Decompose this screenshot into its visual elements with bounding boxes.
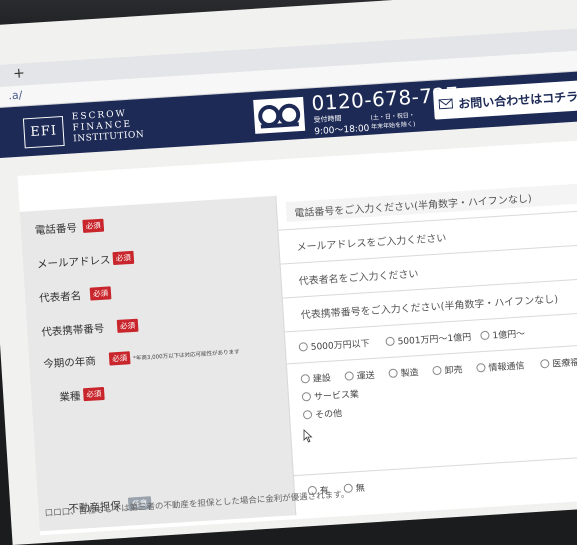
revenue-note: *年商3,000万以下は対応可能性があります (133, 349, 240, 363)
radio-circle (302, 409, 313, 420)
label-mobile: 代表携帯番号 (41, 322, 105, 339)
industry-option-label: 製造 (400, 368, 419, 380)
freedial-icon (253, 96, 306, 134)
new-tab-button[interactable]: + (13, 65, 26, 82)
industry-option[interactable]: サービス業 (301, 387, 360, 404)
revenue-option[interactable]: 1億円～ (480, 326, 525, 342)
radio-circle (300, 373, 311, 384)
radio-circle (476, 362, 486, 373)
real-estate-option-label: 無 (355, 483, 366, 495)
industry-option-label: その他 (314, 409, 343, 421)
label-revenue: 今期の年商 (43, 355, 97, 371)
industry-option[interactable]: 卸売 (432, 362, 463, 377)
label-phone: 電話番号 (34, 222, 78, 237)
radio-circle (301, 391, 312, 402)
industry-option-label: 医療福祉 (552, 357, 577, 370)
url-text: .a/ (8, 88, 23, 103)
industry-option[interactable]: その他 (302, 406, 343, 421)
revenue-option-label: 5001万円～1億円 (397, 332, 472, 348)
radio-circle (540, 358, 550, 369)
radio-circle (388, 368, 398, 379)
label-representative: 代表者名 (38, 290, 82, 305)
label-email: メールアドレス (36, 254, 111, 271)
radio-circle (385, 336, 395, 347)
industry-option[interactable]: 製造 (388, 365, 419, 380)
radio-circle (432, 365, 442, 376)
mail-icon (438, 98, 454, 110)
required-badge: 必須 (116, 318, 139, 333)
revenue-option[interactable]: 5000万円以下 (298, 336, 370, 353)
industry-option[interactable]: 運送 (344, 368, 375, 383)
revenue-option-label: 1億円～ (492, 329, 526, 342)
contact-button-label: お問い合わせはコチラ (457, 89, 577, 111)
industry-option-label: 建設 (312, 373, 332, 385)
logo-mark[interactable]: EFI (22, 115, 65, 149)
industry-option[interactable]: 建設 (300, 371, 331, 386)
required-badge: 必須 (108, 351, 131, 366)
inquiry-form: 電話番号 必須 電話番号をご入力ください(半角数字・ハイフンなし) メールアドレ… (17, 137, 577, 536)
holiday-note-line2: 年末年始を除く) (370, 120, 416, 131)
revenue-option-label: 5000万円以下 (310, 339, 370, 353)
radio-circle (344, 371, 354, 381)
business-hours: 9:00～18:00 (314, 123, 370, 138)
industry-option-label: サービス業 (313, 389, 360, 403)
browser-screen: + .a/ EFI ESCROW FINANCE INSTITUTION 012… (0, 0, 577, 545)
mouse-cursor-icon (303, 429, 313, 443)
radio-circle (480, 330, 490, 341)
industry-option-label: 運送 (356, 370, 376, 383)
label-industry: 業種 (59, 390, 81, 404)
required-badge: 必須 (89, 286, 112, 301)
radio-circle (298, 342, 309, 352)
revenue-option[interactable]: 5001万円～1億円 (385, 330, 472, 348)
industry-option[interactable]: 医療福祉 (540, 354, 577, 370)
required-badge: 必須 (82, 218, 105, 233)
industry-option-label: 卸売 (444, 365, 463, 377)
industry-option-label: 情報通信 (488, 361, 525, 374)
form-label-cell: 業種 必須 (30, 363, 294, 492)
industry-option[interactable]: 情報通信 (476, 359, 525, 375)
required-badge: 必須 (82, 386, 105, 402)
required-badge: 必須 (112, 250, 135, 266)
